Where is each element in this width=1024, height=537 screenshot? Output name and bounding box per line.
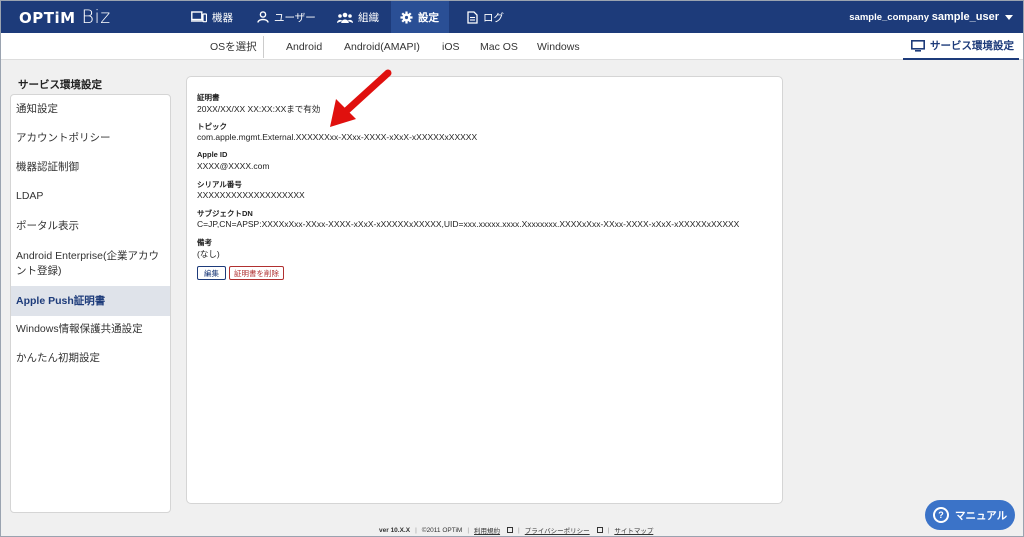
certificate-label: 証明書 [197, 93, 220, 102]
optim-biz-logo[interactable]: OPTiM Biz [19, 6, 111, 28]
manual-button[interactable]: ? マニュアル [925, 500, 1015, 530]
devices-icon [191, 11, 207, 23]
notes-label: 備考 [197, 238, 212, 247]
nav-logs-label: ログ [483, 11, 504, 24]
nav-users[interactable]: ユーザー [257, 1, 316, 33]
nav-organization[interactable]: 組織 [337, 1, 379, 33]
sidebar-item-ldap[interactable]: LDAP [11, 187, 170, 206]
divider: | [518, 526, 520, 534]
nav-settings[interactable]: 設定 [391, 1, 449, 33]
gear-icon [400, 10, 413, 24]
help-icon: ? [933, 507, 949, 523]
copyright-text: ©2011 OPTiM [421, 526, 463, 534]
footer: ver 10.X.X | ©2011 OPTiM | 利用規約 | プライバシー… [379, 525, 653, 536]
apple-id-value: XXXX@XXXX.com [197, 161, 270, 171]
topic-label: トピック [197, 122, 227, 131]
tab-macos[interactable]: Mac OS [480, 33, 518, 60]
settings-sidebar: 通知設定 アカウントポリシー 機器認証制御 LDAP ポータル表示 Androi… [10, 94, 171, 513]
certificate-value: 20XX/XX/XX XX:XX:XXまで有効 [197, 104, 321, 114]
tab-android[interactable]: Android [286, 33, 322, 60]
divider: | [467, 526, 470, 534]
company-name: sample_company [849, 12, 929, 23]
top-navigation-bar: OPTiM Biz 機器 ユーザー 組織 設定 ログ sample_compan… [1, 1, 1023, 33]
nav-settings-label: 設定 [418, 11, 439, 24]
red-arrow-icon [330, 69, 392, 127]
user-menu[interactable]: sample_user [932, 11, 999, 23]
logo-brand: OPTiM [19, 9, 76, 27]
divider [263, 36, 264, 58]
nav-devices[interactable]: 機器 [191, 1, 233, 33]
tab-android-amapi[interactable]: Android(AMAPI) [344, 33, 420, 60]
user-icon [257, 11, 269, 23]
divider: | [607, 526, 610, 534]
external-link-icon [596, 527, 603, 533]
external-link-icon [507, 527, 514, 533]
os-select-label: OSを選択 [210, 41, 257, 53]
sidebar-title: サービス環境設定 [18, 79, 102, 91]
monitor-icon [911, 39, 925, 52]
nav-devices-label: 機器 [212, 11, 233, 24]
organization-icon [337, 12, 353, 23]
nav-organization-label: 組織 [358, 11, 379, 24]
log-icon [467, 10, 478, 24]
edit-button[interactable]: 編集 [197, 266, 226, 280]
notes-value: (なし) [197, 249, 220, 259]
apple-id-label: Apple ID [197, 150, 228, 159]
os-tab-bar: OSを選択 Android Android(AMAPI) iOS Mac OS … [1, 33, 1023, 60]
version-text: ver 10.X.X [379, 526, 411, 534]
sidebar-item-android-enterprise[interactable]: Android Enterprise(企業アカウント登録) [11, 247, 170, 281]
serial-label: シリアル番号 [197, 180, 242, 189]
sidebar-item-easy-setup[interactable]: かんたん初期設定 [11, 349, 170, 368]
sidebar-item-notification[interactable]: 通知設定 [11, 100, 170, 119]
service-settings-button[interactable]: サービス環境設定 [903, 33, 1019, 60]
serial-value: XXXXXXXXXXXXXXXXXXX [197, 190, 305, 200]
service-settings-label: サービス環境設定 [930, 40, 1014, 52]
nav-users-label: ユーザー [274, 11, 316, 24]
divider: | [415, 526, 417, 534]
delete-certificate-button[interactable]: 証明書を削除 [229, 266, 284, 280]
sitemap-link[interactable]: サイトマップ [614, 525, 653, 535]
subject-dn-value: C=JP,CN=APSP:XXXXxXxx-XXxx-XXXX-xXxX-xXX… [197, 219, 740, 229]
subject-dn-label: サブジェクトDN [197, 209, 253, 218]
chevron-down-icon[interactable] [1005, 15, 1013, 20]
nav-logs[interactable]: ログ [467, 1, 504, 33]
apple-push-certificate-panel: 証明書 20XX/XX/XX XX:XX:XXまで有効 トピック com.app… [186, 76, 783, 504]
sidebar-item-account-policy[interactable]: アカウントポリシー [11, 129, 170, 148]
manual-button-label: マニュアル [955, 509, 1008, 522]
tab-windows[interactable]: Windows [537, 33, 580, 60]
sidebar-item-apple-push[interactable]: Apple Push証明書 [11, 286, 170, 316]
topic-value: com.apple.mgmt.External.XXXXXXxx-XXxx-XX… [197, 132, 478, 142]
sidebar-item-portal[interactable]: ポータル表示 [11, 217, 170, 236]
terms-link[interactable]: 利用規約 [474, 525, 500, 535]
tab-ios[interactable]: iOS [442, 33, 460, 60]
logo-product: Biz [81, 6, 111, 28]
sidebar-item-windows-protection[interactable]: Windows情報保護共通設定 [11, 320, 170, 339]
privacy-policy-link[interactable]: プライバシーポリシー [525, 525, 590, 535]
sidebar-item-device-auth[interactable]: 機器認証制御 [11, 158, 170, 177]
